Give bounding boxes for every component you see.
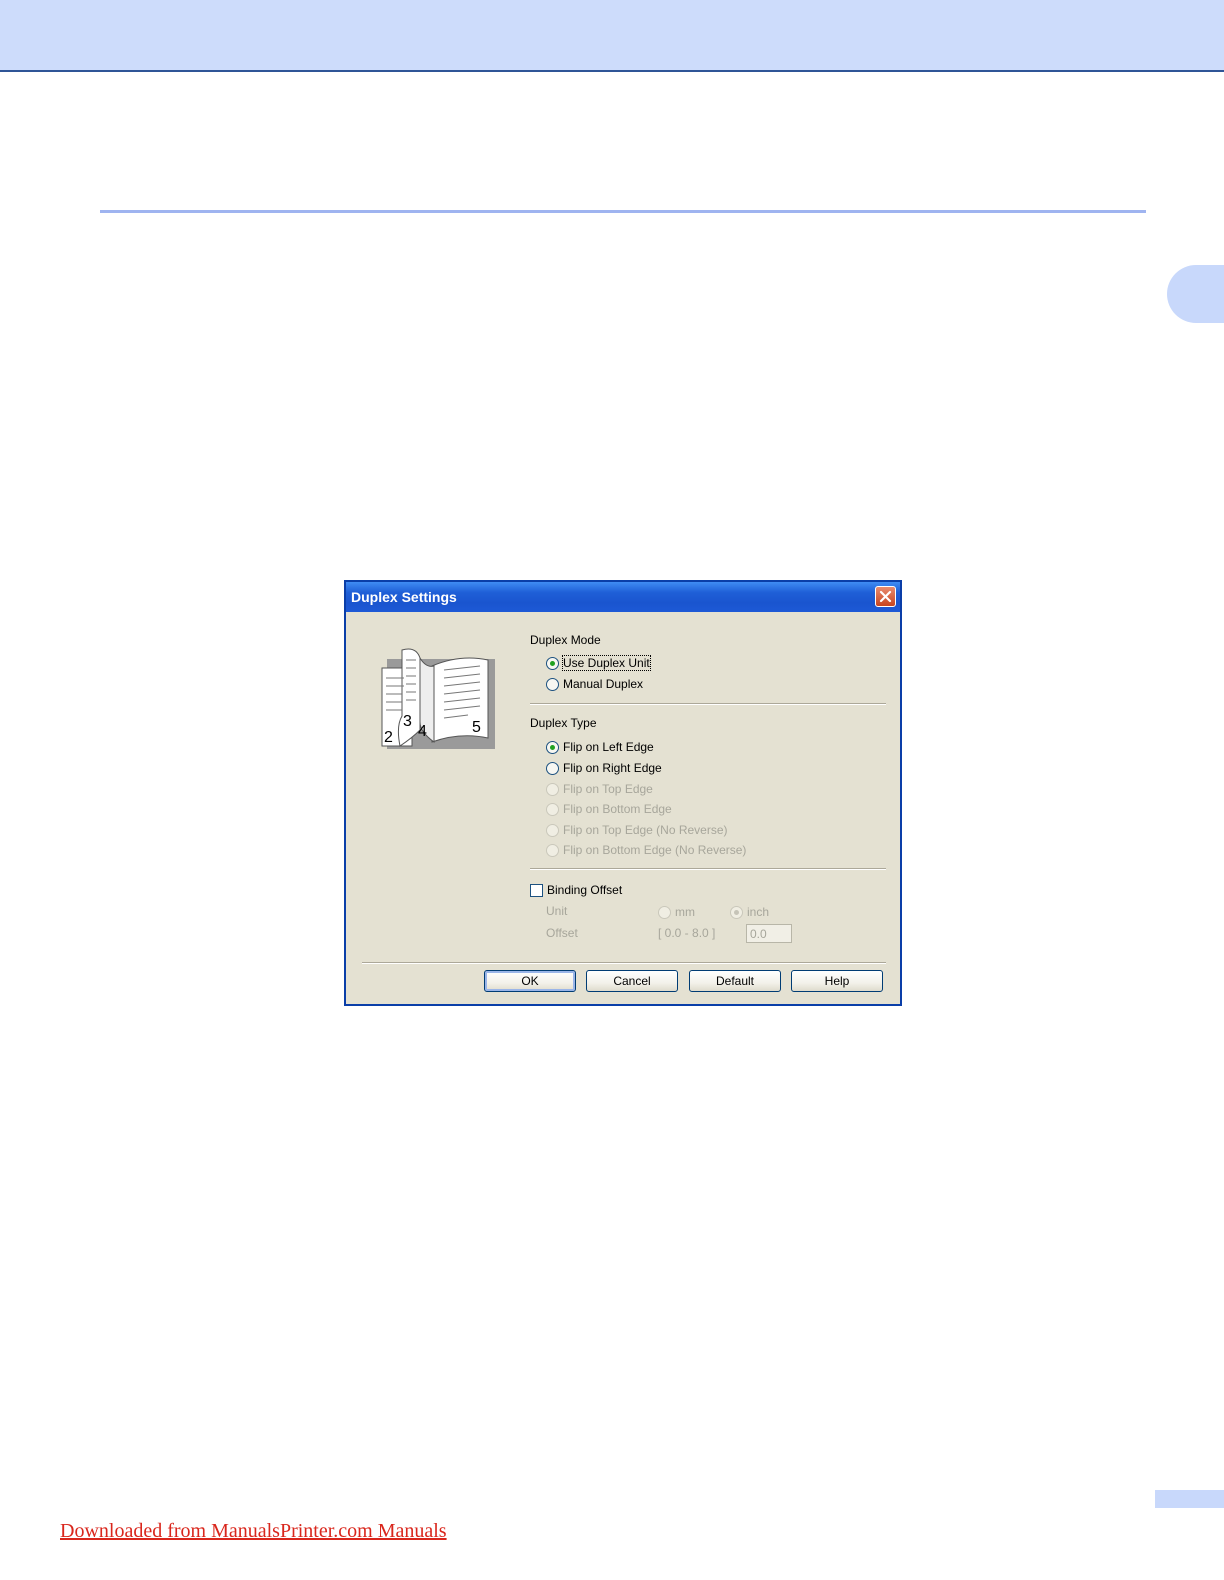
- flip-left-edge-label[interactable]: Flip on Left Edge: [563, 740, 654, 754]
- chapter-tab: [1167, 265, 1224, 323]
- manual-duplex-radio[interactable]: [546, 678, 559, 691]
- offset-range: [ 0.0 - 8.0 ]: [658, 926, 716, 940]
- duplex-mode-label: Duplex Mode: [530, 633, 601, 647]
- close-icon: [879, 590, 892, 603]
- flip-left-edge-radio[interactable]: [546, 741, 559, 754]
- flip-right-edge-radio[interactable]: [546, 762, 559, 775]
- dialog-titlebar[interactable]: Duplex Settings: [346, 582, 900, 612]
- dialog-title: Duplex Settings: [351, 589, 457, 605]
- unit-mm-label: mm: [675, 905, 695, 919]
- page-header-band: [0, 0, 1224, 72]
- preview-page-3: 3: [403, 713, 412, 730]
- flip-top-edge-radio: [546, 783, 559, 796]
- separator: [530, 868, 886, 870]
- unit-label: Unit: [546, 904, 568, 918]
- use-duplex-unit-radio[interactable]: [546, 657, 559, 670]
- manual-duplex-label[interactable]: Manual Duplex: [563, 677, 643, 691]
- flip-bottom-edge-radio: [546, 803, 559, 816]
- page-number-tab: [1155, 1490, 1224, 1508]
- offset-label: Offset: [546, 926, 578, 940]
- default-button[interactable]: Default: [689, 970, 781, 992]
- flip-top-edge-no-reverse-label: Flip on Top Edge (No Reverse): [563, 823, 728, 837]
- unit-inch-radio: [730, 906, 743, 919]
- flip-top-edge-label: Flip on Top Edge: [563, 782, 653, 796]
- help-button[interactable]: Help: [791, 970, 883, 992]
- close-button[interactable]: [875, 586, 896, 607]
- unit-mm-radio: [658, 906, 671, 919]
- flip-top-edge-no-reverse-radio: [546, 824, 559, 837]
- duplex-preview-illustration: 2 3 4 5: [381, 648, 495, 749]
- flip-right-edge-label[interactable]: Flip on Right Edge: [563, 761, 662, 775]
- separator: [530, 703, 886, 705]
- preview-page-4: 4: [418, 723, 427, 740]
- flip-bottom-edge-label: Flip on Bottom Edge: [563, 802, 672, 816]
- footer-download-link[interactable]: Downloaded from ManualsPrinter.com Manua…: [60, 1520, 447, 1543]
- preview-page-5: 5: [472, 719, 481, 736]
- cancel-button[interactable]: Cancel: [586, 970, 678, 992]
- section-rule: [100, 210, 1146, 213]
- binding-offset-label[interactable]: Binding Offset: [547, 883, 622, 897]
- unit-inch-label: inch: [747, 905, 770, 919]
- preview-page-2: 2: [384, 729, 393, 746]
- use-duplex-unit-label[interactable]: Use Duplex Unit: [562, 655, 651, 671]
- dialog-body: 2 3 4 5 Duplex Mode Use Duplex Unit Manu…: [346, 612, 900, 1004]
- duplex-type-label: Duplex Type: [530, 716, 597, 730]
- offset-input: 0.0: [746, 924, 792, 943]
- duplex-settings-dialog: Duplex Settings 2 3 4 5 Duplex Mode Use …: [344, 580, 902, 1006]
- flip-bottom-edge-no-reverse-label: Flip on Bottom Edge (No Reverse): [563, 843, 747, 857]
- separator: [362, 962, 886, 964]
- ok-button[interactable]: OK: [484, 970, 576, 992]
- flip-bottom-edge-no-reverse-radio: [546, 844, 559, 857]
- binding-offset-checkbox[interactable]: [530, 884, 543, 897]
